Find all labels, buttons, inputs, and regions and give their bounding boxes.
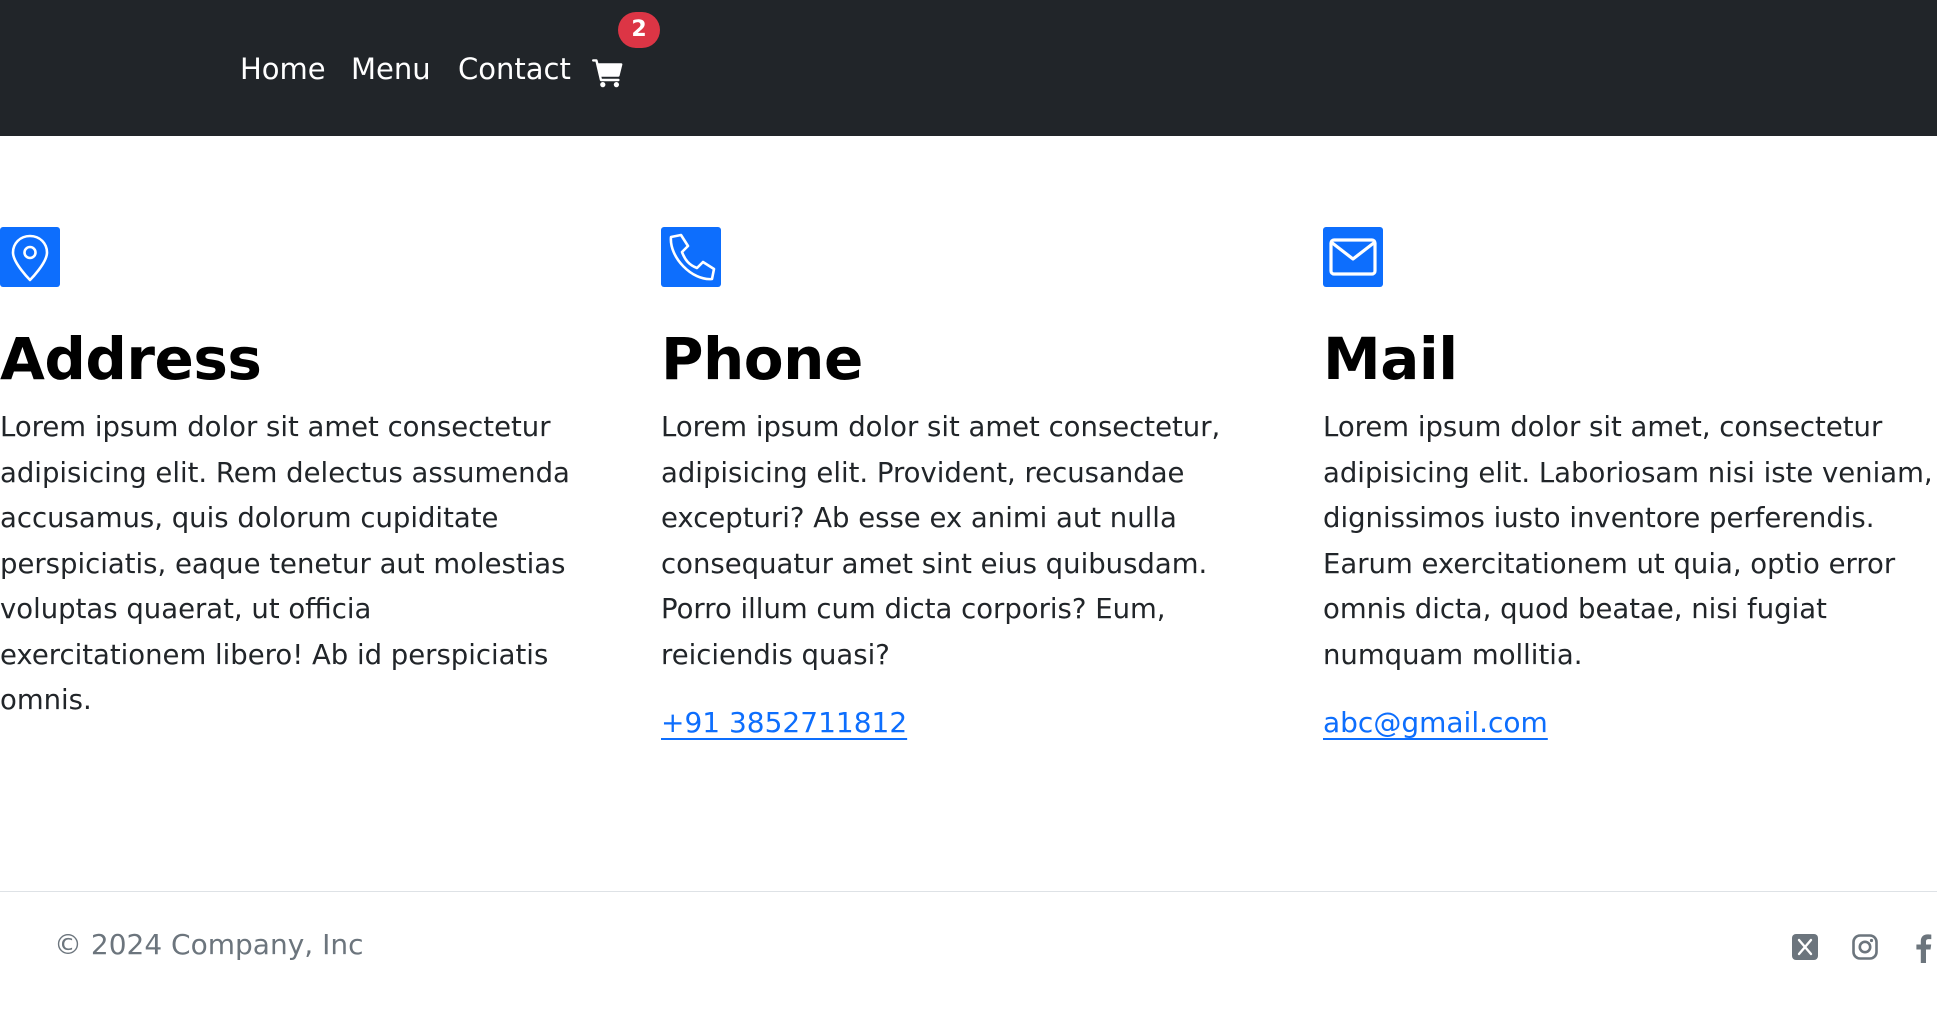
phone-icon xyxy=(669,233,716,281)
map-pin-icon xyxy=(11,234,49,282)
mail-icon-box xyxy=(1323,227,1383,287)
address-text: Lorem ipsum dolor sit amet consectetur a… xyxy=(0,411,570,716)
cart-icon xyxy=(592,59,623,88)
phone-title: Phone xyxy=(661,325,863,393)
address-title: Address xyxy=(0,325,262,393)
instagram-link[interactable] xyxy=(1851,933,1879,965)
phone-text: Lorem ipsum dolor sit amet consectetur, … xyxy=(661,411,1221,671)
address-column: Address Lorem ipsum dolor sit amet conse… xyxy=(0,227,570,724)
mail-title: Mail xyxy=(1323,325,1458,393)
phone-icon-box xyxy=(661,227,721,287)
cart-button[interactable] xyxy=(592,58,624,88)
phone-link[interactable]: +91 3852711812 xyxy=(661,706,907,740)
cart-badge: 2 xyxy=(618,12,660,48)
mail-text: Lorem ipsum dolor sit amet, consectetur … xyxy=(1323,411,1933,671)
navbar: Home Menu Contact 2 xyxy=(0,0,1937,136)
x-twitter-link[interactable] xyxy=(1791,933,1819,965)
x-twitter-icon xyxy=(1792,934,1818,960)
phone-column: Phone Lorem ipsum dolor sit amet consect… xyxy=(661,227,1273,740)
mail-link[interactable]: abc@gmail.com xyxy=(1323,706,1548,740)
nav-link-home[interactable]: Home xyxy=(240,52,326,86)
nav-link-contact[interactable]: Contact xyxy=(458,52,571,86)
instagram-icon xyxy=(1852,934,1878,960)
envelope-icon xyxy=(1329,238,1377,276)
copyright-text: © 2024 Company, Inc xyxy=(54,928,364,961)
mail-column: Mail Lorem ipsum dolor sit amet, consect… xyxy=(1323,227,1937,740)
nav-link-menu[interactable]: Menu xyxy=(351,52,431,86)
facebook-link[interactable] xyxy=(1913,933,1933,967)
footer-divider xyxy=(0,891,1937,892)
address-icon-box xyxy=(0,227,60,287)
facebook-icon xyxy=(1916,934,1932,963)
